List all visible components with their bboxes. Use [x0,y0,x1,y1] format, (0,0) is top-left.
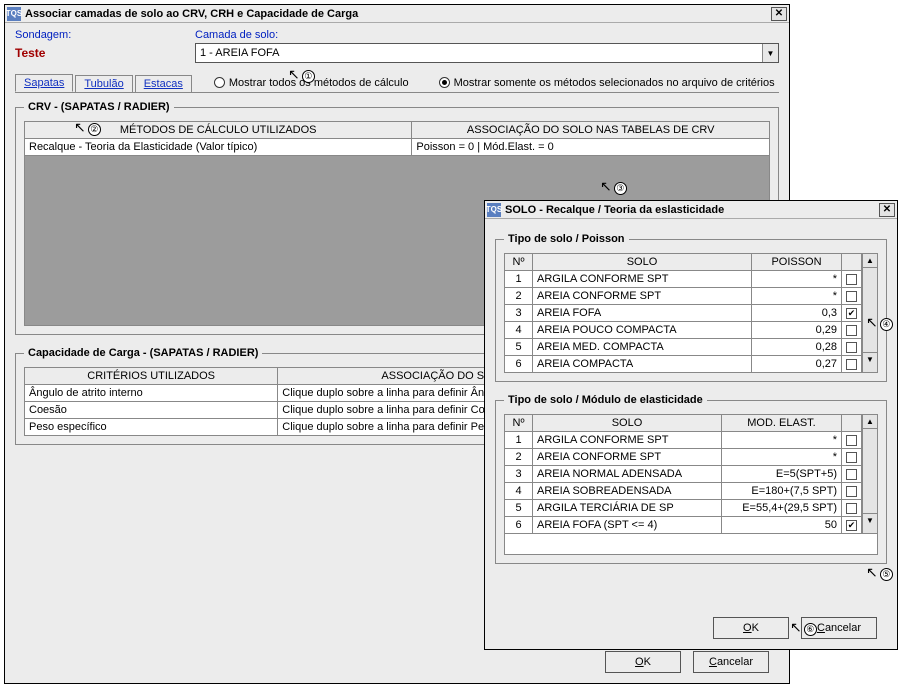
modulo-input-strip[interactable] [504,533,878,555]
crv-table: MÉTODOS DE CÁLCULO UTILIZADOS ASSOCIAÇÃO… [24,121,770,156]
table-row[interactable]: 3AREIA NORMAL ADENSADAE=5(SPT+5) [505,466,862,483]
tab-estacas[interactable]: Estacas [135,75,192,92]
checkbox[interactable] [846,359,857,370]
main-title: Associar camadas de solo ao CRV, CRH e C… [25,8,771,20]
cursor-icon: ↖⑥ [790,619,817,636]
solo-title: SOLO - Recalque / Teoria da eslasticidad… [505,204,879,216]
scrollbar[interactable]: ▲ ▼ [862,414,878,534]
close-icon[interactable]: ✕ [771,7,787,21]
poisson-table: Nº SOLO POISSON 1ARGILA CONFORME SPT* 2A… [504,253,862,373]
table-row[interactable]: 4AREIA SOBREADENSADAE=180+(7,5 SPT) [505,483,862,500]
checkbox[interactable] [846,452,857,463]
checkbox[interactable] [846,435,857,446]
cursor-icon: ↖④ [866,314,893,331]
radio-selected-methods[interactable]: Mostrar somente os métodos selecionados … [439,77,775,89]
app-icon: TQS [487,203,501,217]
table-row[interactable]: 1ARGILA CONFORME SPT* [505,432,862,449]
checkbox[interactable]: ✔ [846,308,857,319]
scrollbar[interactable]: ▲ ▼ [862,253,878,373]
table-row[interactable]: 6AREIA FOFA (SPT <= 4)50✔ [505,517,862,534]
checkbox[interactable]: ✔ [846,520,857,531]
crv-row[interactable]: Recalque - Teoria da Elasticidade (Valor… [25,139,770,156]
crv-assoc: Poisson = 0 | Mód.Elast. = 0 [412,139,770,156]
table-row[interactable]: 5ARGILA TERCIÁRIA DE SPE=55,4+(29,5 SPT) [505,500,862,517]
checkbox[interactable] [846,469,857,480]
cancel-button[interactable]: Cancelar [693,651,769,673]
table-row[interactable]: 4AREIA POUCO COMPACTA0,29 [505,322,862,339]
solo-titlebar[interactable]: TQS SOLO - Recalque / Teoria da eslastic… [485,201,897,219]
table-row[interactable]: 3AREIA FOFA0,3✔ [505,305,862,322]
modulo-group: Tipo de solo / Módulo de elasticidade Nº… [495,394,887,564]
tab-sapatas[interactable]: Sapatas [15,74,73,92]
app-icon: TQS [7,7,21,21]
table-row[interactable]: 5AREIA MED. COMPACTA0,28 [505,339,862,356]
table-row[interactable]: 1ARGILA CONFORME SPT* [505,271,862,288]
checkbox[interactable] [846,503,857,514]
scroll-down-icon[interactable]: ▼ [863,352,877,366]
checkbox[interactable] [846,325,857,336]
checkbox[interactable] [846,291,857,302]
poisson-legend: Tipo de solo / Poisson [504,233,629,245]
ok-button[interactable]: OK [605,651,681,673]
sondagem-value: Teste [15,46,155,60]
crv-legend: CRV - (SAPATAS / RADIER) [24,101,174,113]
ok-button[interactable]: OK [713,617,789,639]
scroll-up-icon[interactable]: ▲ [863,415,877,429]
main-titlebar[interactable]: TQS Associar camadas de solo ao CRV, CRH… [5,5,789,23]
modulo-table: Nº SOLO MOD. ELAST. 1ARGILA CONFORME SPT… [504,414,862,534]
checkbox[interactable] [846,486,857,497]
cap-h1: CRITÉRIOS UTILIZADOS [25,368,278,385]
chevron-down-icon[interactable]: ▼ [762,44,778,62]
scroll-down-icon[interactable]: ▼ [863,513,877,527]
cursor-icon: ↖③ [600,178,627,195]
table-row[interactable]: 2AREIA CONFORME SPT* [505,449,862,466]
tab-bar: Sapatas Tubulão Estacas Mostrar todos os… [15,73,779,93]
solo-dialog: TQS SOLO - Recalque / Teoria da eslastic… [484,200,898,650]
table-row[interactable]: 6AREIA COMPACTA0,27 [505,356,862,373]
poisson-group: Tipo de solo / Poisson Nº SOLO POISSON 1… [495,233,887,382]
checkbox[interactable] [846,342,857,353]
crv-h2: ASSOCIAÇÃO DO SOLO NAS TABELAS DE CRV [412,122,770,139]
cursor-icon: ↖① [288,66,315,83]
camada-label: Camada de solo: [195,29,779,41]
camada-value: 1 - AREIA FOFA [200,47,279,59]
modulo-legend: Tipo de solo / Módulo de elasticidade [504,394,707,406]
camada-dropdown[interactable]: 1 - AREIA FOFA ▼ [195,43,779,63]
close-icon[interactable]: ✕ [879,203,895,217]
scroll-up-icon[interactable]: ▲ [863,254,877,268]
capacity-legend: Capacidade de Carga - (SAPATAS / RADIER) [24,347,262,359]
sondagem-label: Sondagem: [15,29,155,41]
table-row[interactable]: 2AREIA CONFORME SPT* [505,288,862,305]
tab-tubulao[interactable]: Tubulão [75,75,132,92]
checkbox[interactable] [846,274,857,285]
cursor-icon: ↖② [74,119,101,136]
crv-method: Recalque - Teoria da Elasticidade (Valor… [25,139,412,156]
cursor-icon: ↖⑤ [866,564,893,581]
